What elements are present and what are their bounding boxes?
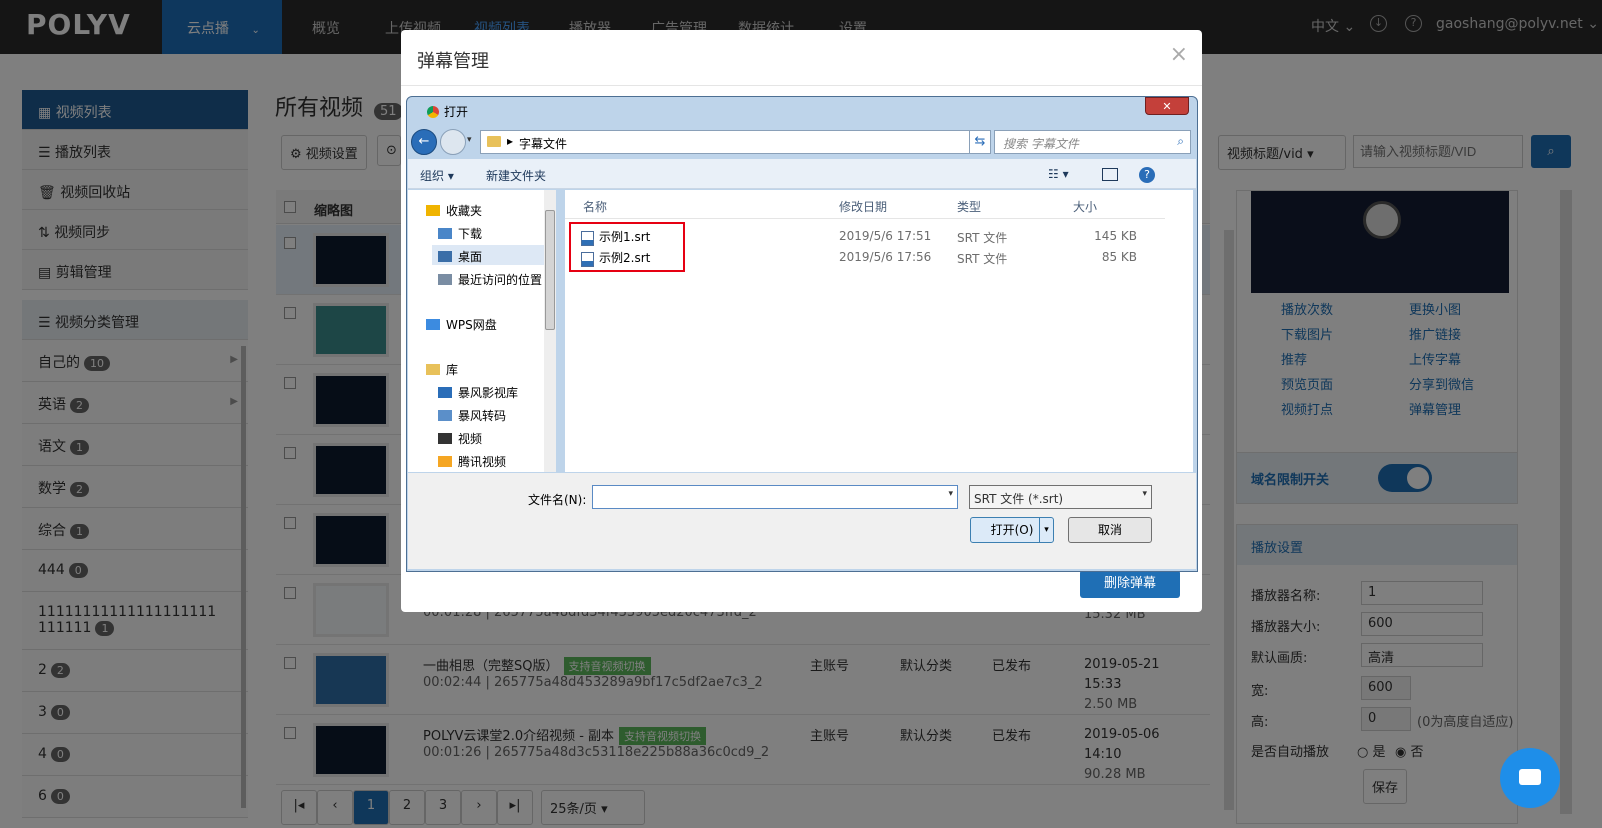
- breadcrumb-path: 字幕文件: [519, 137, 568, 151]
- nav-item[interactable]: 收藏夹: [426, 202, 482, 219]
- transcode-icon: [438, 410, 452, 421]
- preview-pane-icon[interactable]: [1102, 168, 1118, 181]
- file-size: 85 KB: [1101, 250, 1137, 264]
- modal-divider: [401, 85, 1202, 86]
- nav-item[interactable]: 暴风转码: [438, 407, 506, 424]
- refresh-icon: ⇆: [974, 134, 986, 149]
- nav-item-label: 腾讯视频: [458, 455, 507, 469]
- file-date: 2019/5/6 17:51: [839, 229, 932, 243]
- file-row[interactable]: SRT 示例1.srt 2019/5/6 17:51 SRT 文件 145 KB: [565, 228, 1165, 248]
- back-button[interactable]: ←: [411, 129, 437, 155]
- file-type-filter[interactable]: SRT 文件 (*.srt) ▾: [969, 485, 1152, 509]
- file-list: 名称 修改日期 类型 大小 SRT 示例1.srt 2019/5/6 17:51 SRT 文…: [565, 190, 1193, 472]
- tencent-video-icon: [438, 456, 452, 467]
- file-type-value: SRT 文件 (*.srt): [974, 492, 1064, 506]
- nav-item-label: 暴风影视库: [458, 386, 519, 400]
- file-column-header[interactable]: 修改日期: [839, 198, 887, 215]
- nav-item[interactable]: WPS网盘: [426, 316, 497, 333]
- nav-item-label: 收藏夹: [446, 204, 483, 218]
- file-name-text: 示例2.srt: [599, 251, 651, 265]
- nav-item[interactable]: 腾讯视频: [438, 453, 506, 470]
- help-icon[interactable]: ?: [1139, 167, 1155, 183]
- nav-item-label: 下载: [458, 227, 483, 241]
- dialog-search-input[interactable]: 搜索 字幕文件 ⌕: [994, 130, 1191, 154]
- file-name[interactable]: SRT 示例1.srt: [581, 228, 650, 246]
- breadcrumb-chevron-icon: ▸: [507, 134, 514, 148]
- dialog-title-text: 打开: [444, 105, 469, 119]
- chevron-down-icon: ▾: [1142, 489, 1147, 499]
- file-name[interactable]: SRT 示例2.srt: [581, 249, 650, 267]
- file-name-text: 示例1.srt: [599, 230, 651, 244]
- nav-item-label: 桌面: [458, 250, 483, 264]
- recent-places-icon: [438, 274, 452, 285]
- address-bar[interactable]: ▸ 字幕文件 ▾: [480, 130, 984, 154]
- nav-item-label: 视频: [458, 432, 483, 446]
- organize-button[interactable]: 组织 ▾: [420, 167, 454, 184]
- chat-bubble-icon: [1519, 769, 1541, 785]
- file-type: SRT 文件: [957, 231, 1008, 245]
- nav-item[interactable]: 视频: [438, 430, 482, 447]
- file-column-header[interactable]: 大小: [1073, 198, 1097, 215]
- cloud-drive-icon: [426, 319, 440, 330]
- chevron-down-icon[interactable]: ▾: [948, 489, 953, 499]
- nav-scrollbar-thumb[interactable]: [545, 210, 555, 330]
- srt-file-icon: SRT: [581, 252, 594, 267]
- header-divider: [565, 218, 1165, 219]
- modal-title: 弹幕管理: [417, 51, 489, 72]
- file-size: 145 KB: [1094, 229, 1137, 243]
- organize-label: 组织: [420, 169, 445, 183]
- file-row[interactable]: SRT 示例2.srt 2019/5/6 17:56 SRT 文件 85 KB: [565, 249, 1165, 269]
- srt-file-icon: SRT: [581, 231, 594, 246]
- folder-icon: [487, 136, 501, 147]
- nav-item[interactable]: 暴风影视库: [438, 384, 518, 401]
- file-type: SRT 文件: [957, 252, 1008, 266]
- nav-item[interactable]: 最近访问的位置: [438, 271, 542, 288]
- search-placeholder: 搜索 字幕文件: [1003, 137, 1079, 151]
- library-folder-icon: [426, 364, 440, 375]
- nav-item[interactable]: 下载: [438, 225, 482, 242]
- new-folder-button[interactable]: 新建文件夹: [486, 167, 546, 184]
- navigation-pane: 收藏夹下载桌面最近访问的位置 WPS网盘库暴风影视库暴风转码视频腾讯视频: [408, 190, 556, 472]
- nav-item-label: 暴风转码: [458, 409, 507, 423]
- file-column-header[interactable]: 名称: [583, 198, 607, 215]
- dialog-footer: 文件名(N): ▾ SRT 文件 (*.srt) ▾ 打开(O) ▾ 取消: [408, 473, 1196, 569]
- file-date: 2019/5/6 17:56: [839, 250, 932, 264]
- delete-danmaku-button[interactable]: 删除弹幕: [1080, 570, 1180, 598]
- desktop-icon: [438, 251, 452, 262]
- video-folder-icon: [438, 433, 452, 444]
- chrome-icon: [427, 106, 439, 118]
- dialog-toolbar: 组织 ▾ 新建文件夹 ☷ ▾ ?: [408, 159, 1196, 189]
- chat-button[interactable]: [1500, 748, 1560, 808]
- arrow-left-icon: ←: [418, 134, 430, 149]
- view-options-icon[interactable]: ☷ ▾: [1048, 167, 1069, 181]
- nav-item[interactable]: 库: [426, 361, 458, 378]
- dialog-title: 打开: [427, 103, 468, 120]
- favorites-star-icon: [426, 205, 440, 216]
- video-library-icon: [438, 387, 452, 398]
- history-dropdown-icon[interactable]: ▾: [467, 135, 472, 145]
- nav-scrollbar[interactable]: [544, 190, 556, 472]
- nav-item-label: 最近访问的位置: [458, 273, 543, 287]
- nav-item[interactable]: 桌面: [438, 248, 482, 265]
- file-column-header[interactable]: 类型: [957, 198, 981, 215]
- open-button[interactable]: 打开(O) ▾: [970, 517, 1054, 543]
- nav-item-label: 库: [446, 363, 459, 377]
- search-icon: ⌕: [1177, 134, 1184, 148]
- forward-button[interactable]: [440, 129, 466, 155]
- dialog-close-button[interactable]: ✕: [1145, 97, 1189, 115]
- nav-item-label: WPS网盘: [446, 318, 497, 332]
- downloads-folder-icon: [438, 228, 452, 239]
- refresh-button[interactable]: ⇆: [969, 130, 991, 154]
- filename-label: 文件名(N):: [528, 493, 587, 507]
- open-button-label: 打开(O): [990, 523, 1034, 537]
- open-file-dialog: 打开 ✕ ← ▾ ▸ 字幕文件 ▾ ⇆ 搜索 字幕文件 ⌕ 组织 ▾ 新建文件夹 …: [406, 96, 1198, 572]
- cancel-button[interactable]: 取消: [1068, 517, 1152, 543]
- open-dropdown-icon[interactable]: ▾: [1039, 518, 1053, 542]
- filename-input[interactable]: ▾: [592, 485, 958, 509]
- modal-close-icon[interactable]: ×: [1170, 42, 1188, 67]
